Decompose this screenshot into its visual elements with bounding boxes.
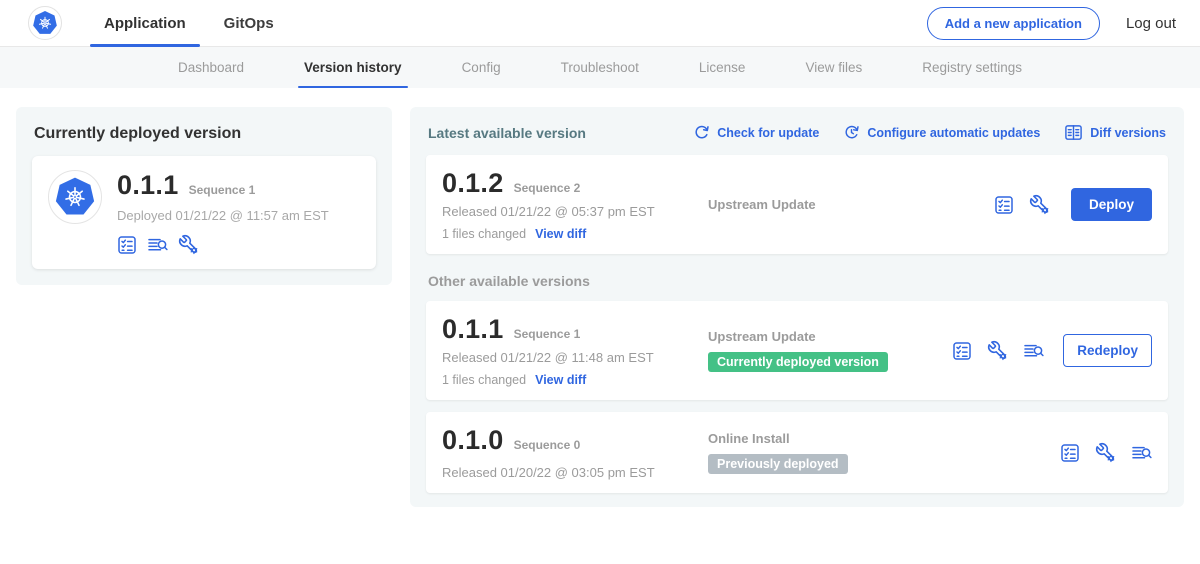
sequence-label: Sequence 2: [514, 181, 581, 195]
version-row-0-1-0: 0.1.0 Sequence 0 Released 01/20/22 @ 03:…: [426, 412, 1168, 493]
top-header: Application GitOps Add a new application…: [0, 0, 1200, 47]
deployed-sequence-label: Sequence 1: [189, 183, 256, 197]
other-available-title: Other available versions: [428, 273, 1166, 289]
deployed-version-number: 0.1.1: [117, 170, 179, 201]
diff-columns-icon: [1064, 123, 1083, 142]
header-tab-application-label: Application: [104, 15, 186, 32]
version-number: 0.1.0: [442, 425, 504, 456]
header-tab-application[interactable]: Application: [90, 0, 200, 47]
diff-versions-link[interactable]: Diff versions: [1064, 123, 1166, 142]
version-number: 0.1.1: [442, 314, 504, 345]
released-timestamp: Released 01/21/22 @ 05:37 pm EST: [442, 204, 694, 219]
deployed-version-tile: 0.1.1 Sequence 1 Deployed 01/21/22 @ 11:…: [32, 156, 376, 269]
version-source-label: Upstream Update: [708, 197, 994, 212]
version-source-label: Online Install: [708, 431, 1060, 446]
config-wrench-icon[interactable]: [1095, 442, 1116, 463]
version-row-0-1-1: 0.1.1 Sequence 1 Released 01/21/22 @ 11:…: [426, 301, 1168, 400]
deployed-timestamp: Deployed 01/21/22 @ 11:57 am EST: [117, 208, 329, 223]
configure-automatic-updates-label: Configure automatic updates: [867, 126, 1040, 140]
subnav-item-license[interactable]: License: [669, 47, 776, 88]
config-wrench-icon[interactable]: [987, 340, 1008, 361]
version-number: 0.1.2: [442, 168, 504, 199]
subnav-item-config[interactable]: Config: [432, 47, 531, 88]
subnav-item-version-history[interactable]: Version history: [274, 47, 432, 88]
preflight-checklist-icon[interactable]: [994, 195, 1014, 215]
app-subnav: Dashboard Version history Config Trouble…: [0, 47, 1200, 88]
header-tab-gitops-label: GitOps: [224, 15, 274, 32]
version-row-0-1-2: 0.1.2 Sequence 2 Released 01/21/22 @ 05:…: [426, 155, 1168, 254]
currently-deployed-card: Currently deployed version 0.1.1 Sequenc…: [16, 107, 392, 285]
panel-actions: Check for update Configure automatic upd…: [693, 123, 1166, 142]
preflight-checklist-icon[interactable]: [952, 341, 972, 361]
view-files-icon[interactable]: [1131, 443, 1152, 463]
version-history-panel: Latest available version Check for updat…: [410, 107, 1184, 507]
refresh-icon: [693, 124, 710, 141]
subnav-item-view-files[interactable]: View files: [775, 47, 892, 88]
subnav-item-registry-settings[interactable]: Registry settings: [892, 47, 1052, 88]
currently-deployed-title: Currently deployed version: [34, 125, 374, 143]
header-tab-gitops[interactable]: GitOps: [210, 0, 288, 47]
logout-button[interactable]: Log out: [1126, 15, 1176, 32]
files-changed-label: 1 files changed: [442, 227, 526, 241]
sequence-label: Sequence 1: [514, 327, 581, 341]
deployed-actions: [117, 234, 329, 255]
redeploy-button[interactable]: Redeploy: [1063, 334, 1152, 367]
released-timestamp: Released 01/21/22 @ 11:48 am EST: [442, 350, 694, 365]
view-files-icon[interactable]: [147, 235, 168, 255]
configure-automatic-updates-link[interactable]: Configure automatic updates: [843, 124, 1040, 141]
check-for-update-label: Check for update: [717, 126, 819, 140]
view-files-icon[interactable]: [1023, 341, 1044, 361]
subnav-item-dashboard[interactable]: Dashboard: [148, 47, 274, 88]
currently-deployed-badge: Currently deployed version: [708, 352, 888, 372]
header-right: Add a new application Log out: [927, 7, 1176, 40]
preflight-checklist-icon[interactable]: [1060, 443, 1080, 463]
deploy-button[interactable]: Deploy: [1071, 188, 1152, 221]
diff-versions-label: Diff versions: [1090, 126, 1166, 140]
deployed-version-info: 0.1.1 Sequence 1 Deployed 01/21/22 @ 11:…: [117, 170, 329, 255]
files-changed-label: 1 files changed: [442, 373, 526, 387]
main-content: Currently deployed version 0.1.1 Sequenc…: [0, 88, 1200, 526]
check-for-update-link[interactable]: Check for update: [693, 124, 819, 141]
previously-deployed-badge: Previously deployed: [708, 454, 848, 474]
view-diff-link[interactable]: View diff: [535, 373, 586, 387]
subnav-item-troubleshoot[interactable]: Troubleshoot: [531, 47, 669, 88]
version-source-label: Upstream Update: [708, 329, 952, 344]
config-wrench-icon[interactable]: [178, 234, 199, 255]
config-wrench-icon[interactable]: [1029, 194, 1050, 215]
view-diff-link[interactable]: View diff: [535, 227, 586, 241]
kubernetes-logo-icon: [28, 6, 62, 40]
clock-refresh-icon: [843, 124, 860, 141]
sequence-label: Sequence 0: [514, 438, 581, 452]
released-timestamp: Released 01/20/22 @ 03:05 pm EST: [442, 465, 694, 480]
add-application-button[interactable]: Add a new application: [927, 7, 1100, 40]
preflight-checklist-icon[interactable]: [117, 235, 137, 255]
app-kubernetes-icon: [48, 170, 102, 224]
latest-available-title: Latest available version: [428, 125, 586, 141]
